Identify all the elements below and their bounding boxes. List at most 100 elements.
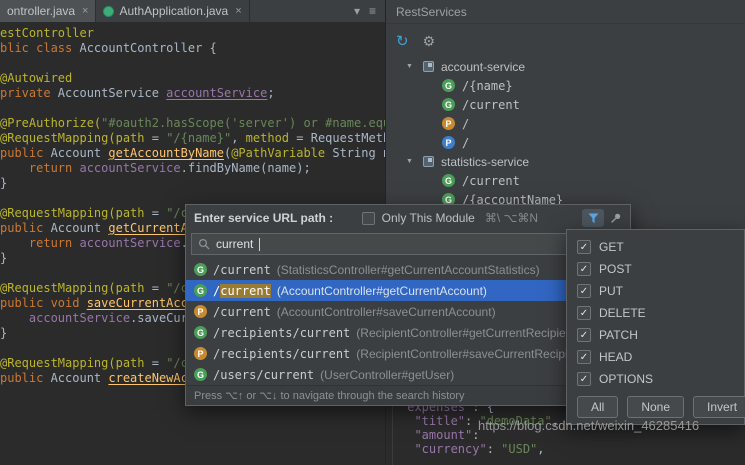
search-row: current <box>186 231 630 259</box>
tree-item--current[interactable]: G/current <box>386 171 745 190</box>
tab-label: AuthApplication.java <box>119 4 228 18</box>
code-line <box>0 101 385 116</box>
chevron-down-icon[interactable]: ▼ <box>406 63 417 70</box>
result-path: /users/current <box>213 368 314 382</box>
tree-item--current[interactable]: G/current <box>386 95 745 114</box>
close-icon[interactable]: × <box>82 5 88 17</box>
pin-icon <box>610 212 622 224</box>
popup-title: Enter service URL path : <box>194 211 333 225</box>
only-this-module-checkbox[interactable] <box>362 212 375 225</box>
method-filter-label: PUT <box>599 284 623 298</box>
result-row[interactable]: G/current(AccountController#getCurrentAc… <box>186 280 630 301</box>
result-row[interactable]: P/recipients/current(RecipientController… <box>186 343 630 364</box>
spring-boot-icon <box>103 6 114 17</box>
method-icon-put: P <box>442 136 455 149</box>
tree-item--[interactable]: P/ <box>386 133 745 152</box>
json-line: "currency": "USD", <box>400 442 745 456</box>
method-icon-get: G <box>442 174 455 187</box>
method-icon-get: G <box>442 79 455 92</box>
result-path: /current <box>213 305 271 319</box>
checkbox-options[interactable]: ✓ <box>577 372 591 386</box>
popup-footer: Press ⌥↑ or ⌥↓ to navigate through the s… <box>186 385 630 405</box>
checkbox-patch[interactable]: ✓ <box>577 328 591 342</box>
popup-header: Enter service URL path : Only This Modul… <box>186 205 630 231</box>
method-filter-button[interactable] <box>582 209 604 227</box>
tab-authapplication[interactable]: AuthApplication.java × <box>96 0 249 22</box>
chevron-down-icon[interactable]: ▾ <box>354 4 360 18</box>
method-filter-label: GET <box>599 240 624 254</box>
menu-icon[interactable]: ≡ <box>369 4 376 18</box>
method-filter-row-delete[interactable]: ✓ DELETE <box>567 302 744 324</box>
method-icon-get: G <box>194 263 207 276</box>
checkbox-post[interactable]: ✓ <box>577 262 591 276</box>
result-row[interactable]: P/current (AccountController#saveCurrentA… <box>186 301 630 322</box>
pin-button[interactable] <box>610 212 622 224</box>
code-line: estController <box>0 26 385 41</box>
checkbox-get[interactable]: ✓ <box>577 240 591 254</box>
tab-label: ontroller.java <box>7 4 75 18</box>
none-button[interactable]: None <box>627 396 684 418</box>
method-filter-row-options[interactable]: ✓ OPTIONS <box>567 368 744 390</box>
tree-item-label: / <box>462 136 469 150</box>
results-list: G/current(StatisticsController#getCurren… <box>186 259 630 385</box>
method-icon-get: G <box>194 326 207 339</box>
method-filter-row-get[interactable]: ✓ GET <box>567 236 744 258</box>
tree-item-statistics-service[interactable]: ▼statistics-service <box>386 152 745 171</box>
result-path: /current <box>213 263 271 277</box>
search-icon <box>198 238 210 250</box>
services-tree: ▼account-serviceG/{name}G/currentP/P/▼st… <box>386 57 745 209</box>
method-filter-row-post[interactable]: ✓ POST <box>567 258 744 280</box>
method-icon-post: P <box>442 117 455 130</box>
tree-item--[interactable]: P/ <box>386 114 745 133</box>
result-description: (RecipientController#getCurrentRecipient… <box>356 326 579 340</box>
tabbar-controls: ▾ ≡ <box>354 0 385 22</box>
editor-tab-bar: ontroller.java × AuthApplication.java × … <box>0 0 385 23</box>
method-icon-get: G <box>194 368 207 381</box>
code-line: blic class AccountController { <box>0 41 385 56</box>
method-icon-get: G <box>194 284 207 297</box>
code-line: public Account getAccountByName(@PathVar… <box>0 146 385 161</box>
code-line <box>0 56 385 71</box>
method-filter-row-patch[interactable]: ✓PATCH <box>567 324 744 346</box>
result-description: (UserController#getUser) <box>320 368 454 382</box>
method-filter-label: DELETE <box>599 306 646 320</box>
service-icon <box>423 156 434 167</box>
method-filter-buttons: All None Invert <box>567 390 744 418</box>
code-line: @Autowired <box>0 71 385 86</box>
close-icon[interactable]: × <box>235 5 241 17</box>
url-search-popup: Enter service URL path : Only This Modul… <box>185 204 631 406</box>
code-line: private AccountService accountService; <box>0 86 385 101</box>
result-path: /recipients/current <box>213 347 350 361</box>
search-input[interactable]: current <box>191 233 625 255</box>
method-filter-label: POST <box>599 262 632 276</box>
chevron-down-icon[interactable]: ▼ <box>406 158 417 165</box>
method-filter-row-head[interactable]: ✓HEAD <box>567 346 744 368</box>
settings-icon[interactable]: ⚙ <box>423 34 436 48</box>
tree-item-label: account-service <box>441 60 525 74</box>
method-icon-get: G <box>442 98 455 111</box>
tree-item--name-[interactable]: G/{name} <box>386 76 745 95</box>
checkbox-head[interactable]: ✓ <box>577 350 591 364</box>
result-row[interactable]: G/users/current (UserController#getUser) <box>186 364 630 385</box>
result-description: (AccountController#saveCurrentAccount) <box>277 305 496 319</box>
checkbox-put[interactable]: ✓ <box>577 284 591 298</box>
watermark: https://blog.csdn.net/weixin_46285416 <box>478 418 699 433</box>
result-row[interactable]: G/current(StatisticsController#getCurren… <box>186 259 630 280</box>
invert-button[interactable]: Invert <box>693 396 745 418</box>
method-filter-row-put[interactable]: ✓ PUT <box>567 280 744 302</box>
service-icon <box>423 61 434 72</box>
method-filter-label: OPTIONS <box>599 372 653 386</box>
method-icon-post: P <box>194 305 207 318</box>
tree-item-label: /current <box>462 174 520 188</box>
result-row[interactable]: G/recipients/current(RecipientController… <box>186 322 630 343</box>
filter-icon <box>588 213 599 224</box>
checkbox-delete[interactable]: ✓ <box>577 306 591 320</box>
tab-accountcontroller[interactable]: ontroller.java × <box>0 0 96 22</box>
only-this-module-label: Only This Module <box>382 211 475 225</box>
result-description: (RecipientController#saveCurrentRecipien… <box>356 347 588 361</box>
ide-window: ontroller.java × AuthApplication.java × … <box>0 0 745 465</box>
refresh-icon[interactable]: ↻ <box>396 34 409 49</box>
tree-item-label: /current <box>462 98 520 112</box>
tree-item-account-service[interactable]: ▼ account-service <box>386 57 745 76</box>
all-button[interactable]: All <box>577 396 618 418</box>
